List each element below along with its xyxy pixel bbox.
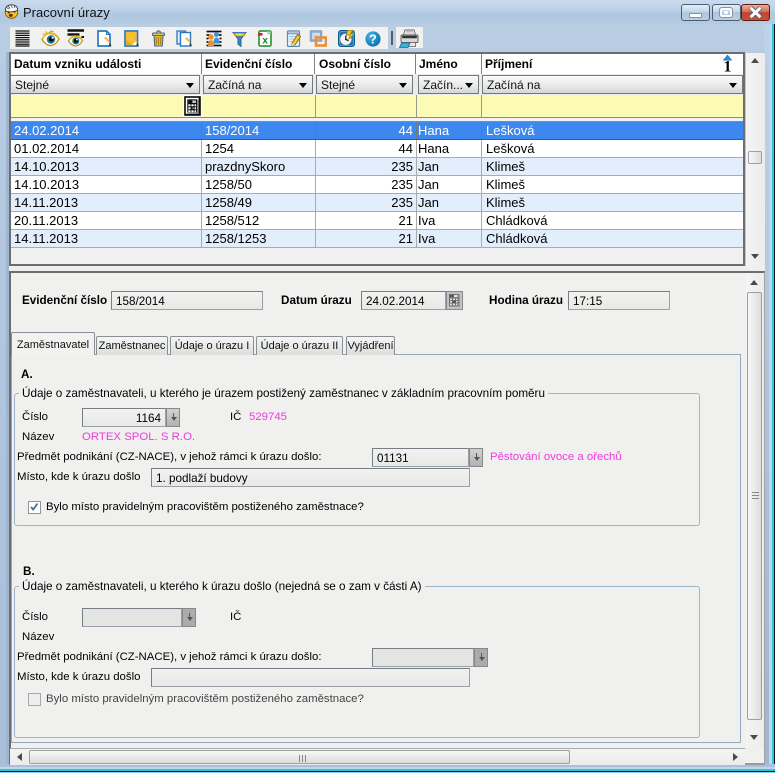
svg-text:x: x [262, 36, 268, 47]
svg-text:1: 1 [724, 59, 732, 74]
svg-text:?: ? [369, 33, 377, 47]
